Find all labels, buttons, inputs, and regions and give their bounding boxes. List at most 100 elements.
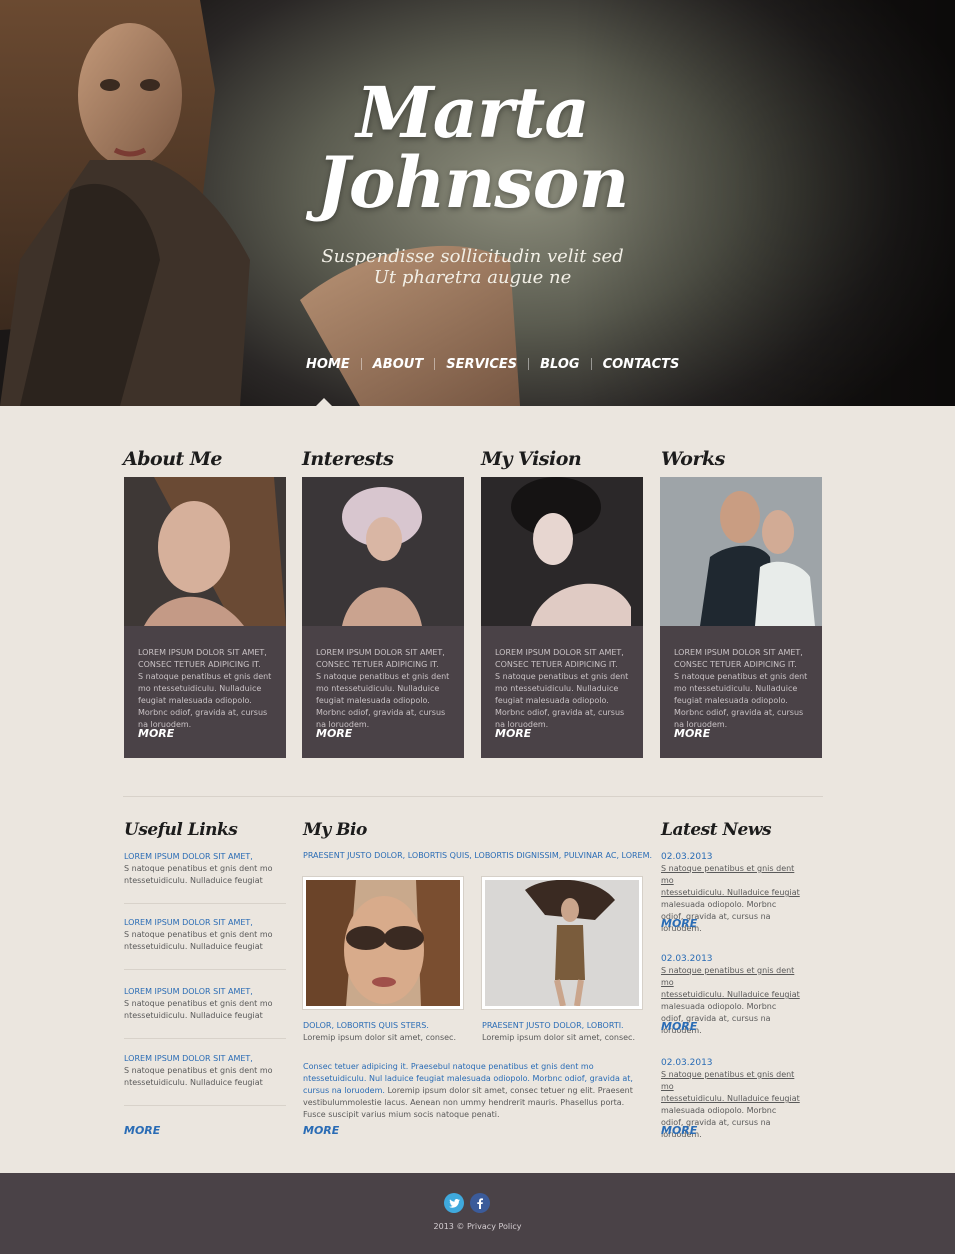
link-divider (124, 1038, 286, 1039)
about-me-card: LOREM IPSUM DOLOR SIT AMET, CONSEC TETUE… (124, 477, 286, 758)
bio-photo-1[interactable] (303, 877, 463, 1009)
news-link[interactable]: S natoque penatibus et gnis dent mo (661, 1069, 801, 1093)
useful-link[interactable]: LOREM IPSUM DOLOR SIT AMET, (124, 1053, 286, 1065)
news-link[interactable]: S natoque penatibus et gnis dent mo (661, 863, 801, 887)
facebook-f-glyph (477, 1197, 483, 1209)
bio-photo-1-image (306, 880, 460, 1006)
card-caps-1: LOREM IPSUM DOLOR SIT AMET, (138, 648, 267, 657)
nav-blog[interactable]: BLOG (534, 357, 585, 372)
card-caps-2: CONSEC TETUER ADIPICING IT. (138, 660, 261, 669)
card-caps-1: LOREM IPSUM DOLOR SIT AMET, (316, 648, 445, 657)
useful-link-desc: S natoque penatibus et gnis dent mo ntes… (124, 999, 273, 1020)
bio-photo-2[interactable] (482, 877, 642, 1009)
nav-divider (590, 358, 592, 370)
facebook-icon[interactable] (470, 1193, 490, 1213)
interests-title: Interests (302, 448, 394, 470)
interests-more-link[interactable]: MORE (316, 727, 352, 740)
card-caps-2: CONSEC TETUER ADIPICING IT. (316, 660, 439, 669)
footer (0, 1173, 955, 1254)
bio-caption-text: Loremip ipsum dolor sit amet, consec. (303, 1033, 456, 1042)
useful-link-item: LOREM IPSUM DOLOR SIT AMET, S natoque pe… (124, 851, 286, 887)
useful-link-desc: S natoque penatibus et gnis dent mo ntes… (124, 930, 273, 951)
bio-caption-link[interactable]: PRAESENT JUSTO DOLOR, LOBORTI. (482, 1020, 652, 1032)
main-nav: HOME ABOUT SERVICES BLOG CONTACTS (300, 354, 685, 374)
card-text: LOREM IPSUM DOLOR SIT AMET, CONSEC TETUE… (138, 647, 276, 731)
footer-copyright: 2013 © Privacy Policy (433, 1222, 522, 1231)
useful-link[interactable]: LOREM IPSUM DOLOR SIT AMET, (124, 986, 286, 998)
useful-link-desc: S natoque penatibus et gnis dent mo ntes… (124, 864, 273, 885)
bio-photo-2-image (485, 879, 639, 1007)
about-me-photo[interactable] (124, 477, 286, 626)
card-body: S natoque penatibus et gnis dent mo ntes… (495, 672, 629, 729)
my-bio-title: My Bio (303, 820, 367, 840)
my-vision-photo[interactable] (481, 477, 643, 626)
bio-caption-link[interactable]: DOLOR, LOBORTIS QUIS STERS. (303, 1020, 473, 1032)
card-body: S natoque penatibus et gnis dent mo ntes… (674, 672, 808, 729)
twitter-bird-glyph (448, 1198, 460, 1208)
useful-links-more[interactable]: MORE (124, 1124, 160, 1137)
nav-about[interactable]: ABOUT (367, 357, 429, 372)
useful-link-desc: S natoque penatibus et gnis dent mo ntes… (124, 1066, 273, 1087)
news-more-link[interactable]: MORE (661, 917, 697, 930)
news-link[interactable]: S natoque penatibus et gnis dent mo (661, 965, 801, 989)
news-date: 02.03.2013 (661, 1058, 713, 1068)
hero-header: Marta Johnson Suspendisse sollicitudin v… (0, 0, 955, 406)
nav-divider (360, 358, 362, 370)
card-caps-1: LOREM IPSUM DOLOR SIT AMET, (495, 648, 624, 657)
my-vision-more-link[interactable]: MORE (495, 727, 531, 740)
section-divider (123, 796, 823, 797)
works-title: Works (661, 448, 725, 470)
bio-lead: PRAESENT JUSTO DOLOR, LOBORTIS QUIS, LOB… (303, 851, 653, 860)
useful-link-item: LOREM IPSUM DOLOR SIT AMET, S natoque pe… (124, 917, 286, 953)
bio-caption-2: PRAESENT JUSTO DOLOR, LOBORTI. Loremip i… (482, 1020, 652, 1044)
nav-divider (528, 358, 530, 370)
site-title-last: Johnson (316, 141, 630, 224)
works-more-link[interactable]: MORE (674, 727, 710, 740)
card-caps-2: CONSEC TETUER ADIPICING IT. (495, 660, 618, 669)
about-me-more-link[interactable]: MORE (138, 727, 174, 740)
news-link[interactable]: ntessetuidiculu. Nulladuice feugiat (661, 887, 801, 899)
my-vision-title: My Vision (481, 448, 582, 470)
news-date: 02.03.2013 (661, 954, 713, 964)
nav-contacts[interactable]: CONTACTS (597, 357, 686, 372)
bio-paragraph: Consec tetuer adipicing it. Praesebul na… (303, 1061, 639, 1121)
news-more-link[interactable]: MORE (661, 1020, 697, 1033)
site-tagline: Suspendisse sollicitudin velit sed Ut ph… (0, 246, 945, 288)
useful-link[interactable]: LOREM IPSUM DOLOR SIT AMET, (124, 851, 286, 863)
twitter-icon[interactable] (444, 1193, 464, 1213)
link-divider (124, 903, 286, 904)
card-text: LOREM IPSUM DOLOR SIT AMET, CONSEC TETUE… (495, 647, 633, 731)
card-text: LOREM IPSUM DOLOR SIT AMET, CONSEC TETUE… (316, 647, 454, 731)
tagline-line1: Suspendisse sollicitudin velit sed (321, 246, 624, 267)
nav-divider (434, 358, 436, 370)
my-vision-card: LOREM IPSUM DOLOR SIT AMET, CONSEC TETUE… (481, 477, 643, 758)
news-more-link[interactable]: MORE (661, 1124, 697, 1137)
bio-caption-text: Loremip ipsum dolor sit amet, consec. (482, 1033, 635, 1042)
about-me-title: About Me (123, 448, 223, 470)
bio-more-link[interactable]: MORE (303, 1124, 339, 1137)
card-caps-2: CONSEC TETUER ADIPICING IT. (674, 660, 797, 669)
useful-links-title: Useful Links (124, 820, 238, 840)
useful-link[interactable]: LOREM IPSUM DOLOR SIT AMET, (124, 917, 286, 929)
bio-caption-1: DOLOR, LOBORTIS QUIS STERS. Loremip ipsu… (303, 1020, 473, 1044)
site-title-first: Marta (356, 71, 589, 154)
card-text: LOREM IPSUM DOLOR SIT AMET, CONSEC TETUE… (674, 647, 812, 731)
link-divider (124, 1105, 286, 1106)
works-card: LOREM IPSUM DOLOR SIT AMET, CONSEC TETUE… (660, 477, 822, 758)
news-link[interactable]: ntessetuidiculu. Nulladuice feugiat (661, 1093, 801, 1105)
interests-photo[interactable] (302, 477, 464, 626)
news-link[interactable]: ntessetuidiculu. Nulladuice feugiat (661, 989, 801, 1001)
news-date: 02.03.2013 (661, 852, 713, 862)
card-body: S natoque penatibus et gnis dent mo ntes… (316, 672, 450, 729)
useful-link-item: LOREM IPSUM DOLOR SIT AMET, S natoque pe… (124, 986, 286, 1022)
tagline-line2: Ut pharetra augue ne (373, 267, 572, 288)
nav-services[interactable]: SERVICES (440, 357, 523, 372)
site-title: Marta Johnson (0, 78, 945, 218)
nav-home[interactable]: HOME (300, 357, 356, 372)
latest-news-title: Latest News (661, 820, 772, 840)
card-caps-1: LOREM IPSUM DOLOR SIT AMET, (674, 648, 803, 657)
works-photo[interactable] (660, 477, 822, 626)
link-divider (124, 969, 286, 970)
nav-active-marker (316, 398, 332, 406)
useful-link-item: LOREM IPSUM DOLOR SIT AMET, S natoque pe… (124, 1053, 286, 1089)
